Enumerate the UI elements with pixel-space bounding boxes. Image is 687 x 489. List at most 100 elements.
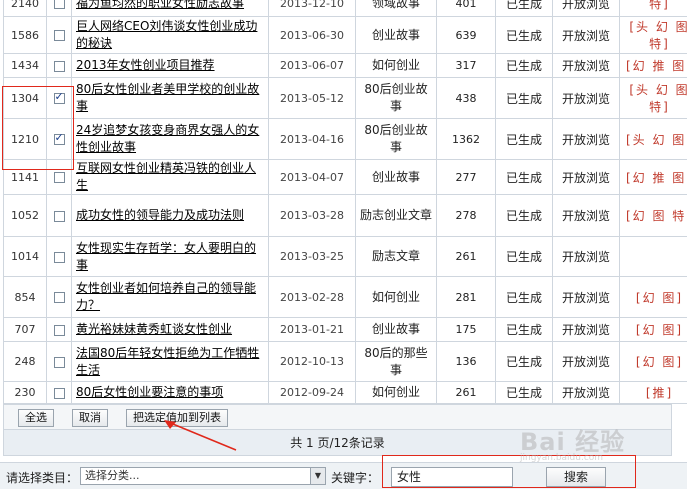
row-checkbox[interactable] (54, 30, 65, 41)
row-status: 已生成 (496, 277, 553, 318)
row-access: 开放浏览 (553, 160, 620, 195)
row-title-link[interactable]: 成功女性的领导能力及成功法则 (76, 208, 244, 222)
row-checkbox[interactable] (54, 61, 65, 72)
row-access: 开放浏览 (553, 342, 620, 382)
row-id: 1586 (4, 17, 47, 54)
table-row: 121024岁追梦女孩变身商界女强人的女性创业故事2013-04-1680后创业… (4, 119, 687, 160)
keyword-input[interactable]: 女性 (391, 467, 513, 487)
row-title-cell: 80后女性创业要注意的事项 (72, 382, 269, 404)
category-label: 请选择类目： (6, 469, 78, 486)
row-checkbox-cell (47, 119, 72, 160)
row-status: 已生成 (496, 318, 553, 342)
row-title-link[interactable]: 2013年女性创业项目推荐 (76, 58, 215, 72)
row-category: 励志创业文章 (356, 195, 437, 237)
row-category: 如何创业 (356, 382, 437, 404)
row-title-link[interactable]: 福为鱼均然的职业女性励志故事 (76, 0, 244, 10)
row-ops: 特] (620, 0, 687, 17)
row-id: 1052 (4, 195, 47, 237)
row-ops: [幻 推 图] (620, 160, 687, 195)
row-checkbox[interactable] (54, 211, 65, 222)
row-id: 2140 (4, 0, 47, 17)
row-hits: 277 (437, 160, 496, 195)
row-access: 开放浏览 (553, 382, 620, 404)
table-row: 854女性创业者如何培养自己的领导能力？2013-02-28如何创业281已生成… (4, 277, 687, 318)
row-checkbox-cell (47, 54, 72, 78)
pagination-text: 共 1 页/12条记录 (290, 436, 385, 450)
table-row: 1141互联网女性创业精英冯铁的创业人生2013-04-07创业故事277已生成… (4, 160, 687, 195)
row-status: 已生成 (496, 17, 553, 54)
row-title-link[interactable]: 80后女性创业要注意的事项 (76, 385, 223, 399)
row-hits: 175 (437, 318, 496, 342)
row-checkbox[interactable] (54, 357, 65, 368)
row-date: 2013-03-25 (269, 237, 356, 277)
annotation-arrow (160, 418, 240, 454)
article-table: 2140福为鱼均然的职业女性励志故事2013-12-10领域故事401已生成开放… (3, 0, 687, 404)
row-ops: [幻 图 特] (620, 195, 687, 237)
row-checkbox-cell (47, 342, 72, 382)
row-category: 如何创业 (356, 277, 437, 318)
row-id: 1141 (4, 160, 47, 195)
row-ops: [幻 图] (620, 277, 687, 318)
table-row: 1586巨人网络CEO刘伟谈女性创业成功的秘诀2013-06-30创业故事639… (4, 17, 687, 54)
row-access: 开放浏览 (553, 0, 620, 17)
category-select[interactable]: 选择分类... ▼ (80, 467, 326, 485)
row-title-link[interactable]: 80后女性创业者美甲学校的创业故事 (76, 82, 259, 113)
row-title-link[interactable]: 巨人网络CEO刘伟谈女性创业成功的秘诀 (76, 19, 257, 50)
row-checkbox[interactable] (54, 292, 65, 303)
cancel-button[interactable]: 取消 (72, 409, 108, 427)
row-ops: [幻 图] (620, 342, 687, 382)
row-title-cell: 黄光裕妹妹黄秀虹谈女性创业 (72, 318, 269, 342)
row-hits: 639 (437, 17, 496, 54)
row-id: 1014 (4, 237, 47, 277)
row-access: 开放浏览 (553, 277, 620, 318)
row-title-link[interactable]: 法国80后年轻女性拒绝为工作牺牲生活 (76, 346, 259, 377)
row-title-cell: 互联网女性创业精英冯铁的创业人生 (72, 160, 269, 195)
row-id: 1304 (4, 78, 47, 119)
row-checkbox[interactable] (54, 325, 65, 336)
table-row: 1014女性现实生存哲学：女人要明白的事2013-03-25励志文章261已生成… (4, 237, 687, 277)
row-title-cell: 福为鱼均然的职业女性励志故事 (72, 0, 269, 17)
row-date: 2013-12-10 (269, 0, 356, 17)
row-access: 开放浏览 (553, 119, 620, 160)
search-button[interactable]: 搜索 (546, 467, 606, 487)
table-row: 248法国80后年轻女性拒绝为工作牺牲生活2012-10-1380后的那些事13… (4, 342, 687, 382)
table-row: 707黄光裕妹妹黄秀虹谈女性创业2013-01-21创业故事175已生成开放浏览… (4, 318, 687, 342)
row-ops: [头 幻 图 特] (620, 17, 687, 54)
row-category: 领域故事 (356, 0, 437, 17)
row-status: 已生成 (496, 0, 553, 17)
row-title-cell: 80后女性创业者美甲学校的创业故事 (72, 78, 269, 119)
row-title-link[interactable]: 黄光裕妹妹黄秀虹谈女性创业 (76, 322, 232, 336)
row-ops: [头 幻 图] (620, 119, 687, 160)
chevron-down-icon[interactable]: ▼ (310, 468, 325, 484)
row-hits: 1362 (437, 119, 496, 160)
row-hits: 401 (437, 0, 496, 17)
pagination: 共 1 页/12条记录 (3, 430, 672, 456)
row-date: 2013-02-28 (269, 277, 356, 318)
row-access: 开放浏览 (553, 78, 620, 119)
select-all-button[interactable]: 全选 (18, 409, 54, 427)
row-checkbox[interactable] (54, 0, 65, 9)
row-checkbox[interactable] (54, 172, 65, 183)
row-id: 1210 (4, 119, 47, 160)
row-access: 开放浏览 (553, 237, 620, 277)
row-status: 已生成 (496, 160, 553, 195)
row-hits: 438 (437, 78, 496, 119)
row-checkbox[interactable] (54, 252, 65, 263)
row-ops: [幻 图] (620, 318, 687, 342)
row-status: 已生成 (496, 119, 553, 160)
row-id: 230 (4, 382, 47, 404)
row-checkbox[interactable] (54, 93, 65, 104)
table-row: 2140 福为鱼均然的职业女性励志故事 2013-12-10领域故事401已生成开放… (4, 0, 687, 17)
row-category: 80后的那些事 (356, 342, 437, 382)
row-hits: 278 (437, 195, 496, 237)
row-title-link[interactable]: 互联网女性创业精英冯铁的创业人生 (76, 161, 256, 192)
row-ops (620, 237, 687, 277)
row-title-cell: 法国80后年轻女性拒绝为工作牺牲生活 (72, 342, 269, 382)
row-status: 已生成 (496, 195, 553, 237)
row-title-link[interactable]: 女性现实生存哲学：女人要明白的事 (76, 241, 256, 272)
row-title-link[interactable]: 女性创业者如何培养自己的领导能力？ (76, 281, 256, 312)
table-row: 130480后女性创业者美甲学校的创业故事2013-05-1280后创业故事43… (4, 78, 687, 119)
row-title-link[interactable]: 24岁追梦女孩变身商界女强人的女性创业故事 (76, 123, 259, 154)
row-checkbox[interactable] (54, 388, 65, 399)
row-checkbox[interactable] (54, 134, 65, 145)
